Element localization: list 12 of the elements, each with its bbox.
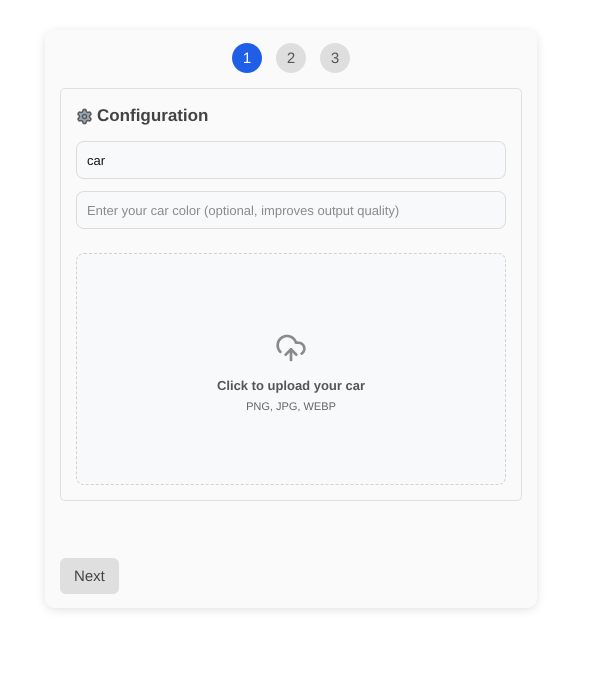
panel-title: Configuration bbox=[97, 106, 208, 126]
gear-icon bbox=[76, 108, 93, 124]
upload-label: Click to upload your car bbox=[216, 378, 366, 392]
next-button[interactable]: Next bbox=[60, 558, 119, 594]
step-indicator[interactable]: 3 bbox=[320, 43, 350, 73]
upload-dropzone[interactable]: Click to upload your car PNG, JPG, WEBP bbox=[76, 253, 506, 485]
input-field[interactable]: car bbox=[76, 141, 506, 179]
step-indicator[interactable]: 1 bbox=[232, 43, 262, 73]
input-field[interactable]: Enter your car color (optional, improves output quality) bbox=[76, 191, 506, 229]
step-indicator[interactable]: 2 bbox=[276, 43, 306, 73]
cloud-upload-icon bbox=[275, 332, 307, 364]
upload-hint: PNG, JPG, WEBP bbox=[246, 400, 336, 412]
